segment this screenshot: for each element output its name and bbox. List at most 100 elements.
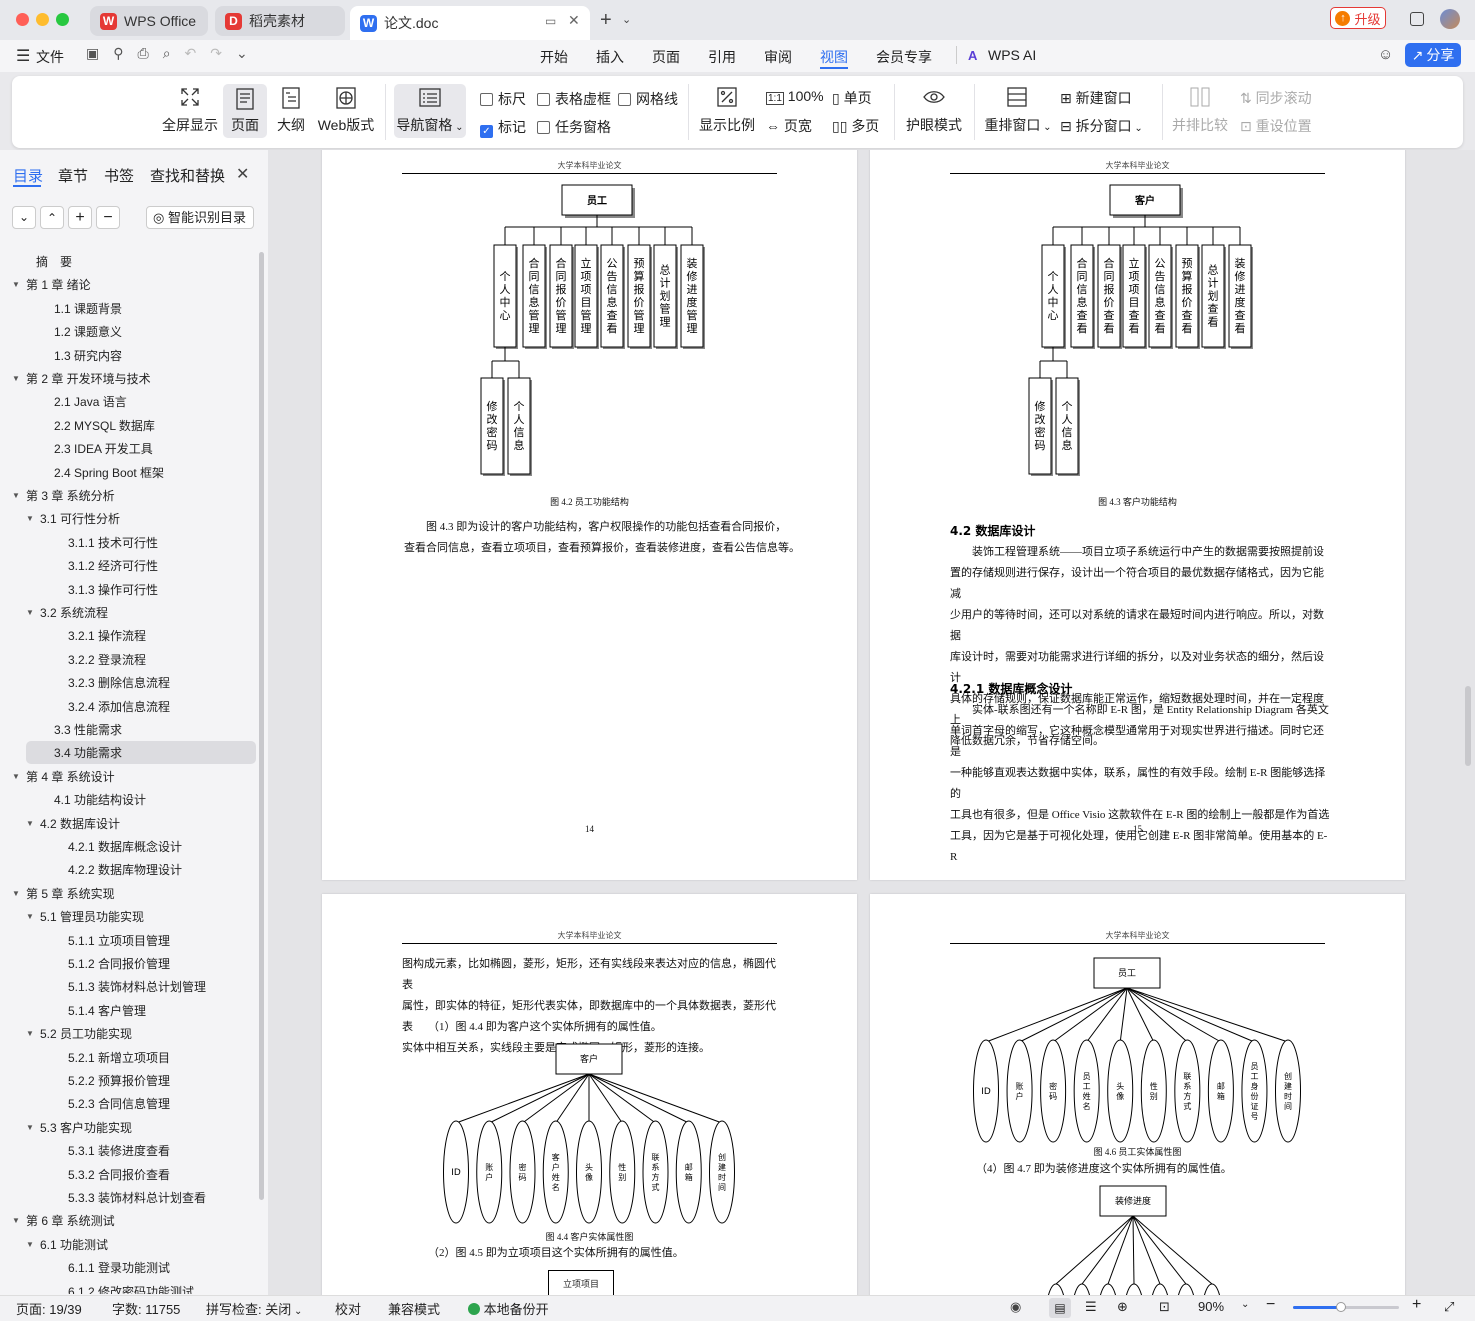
zoom-in-button[interactable]: + (1412, 1296, 1421, 1314)
reset-position-button[interactable]: ⊡ 重设位置 (1240, 116, 1312, 136)
print-preview-icon[interactable]: ⌕ (163, 45, 171, 62)
toc-item[interactable]: 3.1.3 操作可行性 (0, 578, 260, 601)
tab-document[interactable]: W 论文.doc ▭ ✕ (350, 6, 590, 40)
outline-view-button[interactable]: 大纲 (272, 86, 310, 136)
file-menu[interactable]: 文件 (36, 47, 64, 67)
sync-scroll-button[interactable]: ⇅ 同步滚动 (1240, 88, 1312, 108)
scrollbar-thumb[interactable] (1465, 686, 1471, 766)
word-count[interactable]: 字数: 11755 (112, 1299, 180, 1318)
close-tab-icon[interactable]: ✕ (568, 12, 580, 29)
toc-item[interactable]: ▼ 6.1 功能测试 (0, 1233, 260, 1256)
upgrade-button[interactable]: ↑ 升级 (1330, 7, 1386, 29)
zoom-slider-thumb[interactable] (1336, 1302, 1346, 1312)
toc-item[interactable]: 3.2.4 添加信息流程 (0, 695, 260, 718)
eye-protection-button[interactable]: 护眼模式 (904, 86, 964, 136)
toc-item[interactable]: 3.3 性能需求 (0, 718, 260, 741)
zoom-button[interactable]: 显示比例 (698, 86, 756, 136)
smart-toc-button[interactable]: ◎ 智能识别目录 (146, 206, 254, 229)
sidebar-scrollbar[interactable] (259, 252, 264, 1200)
toc-item[interactable]: 5.3.1 装修进度查看 (0, 1139, 260, 1162)
toc-item[interactable]: 4.2.2 数据库物理设计 (0, 858, 260, 881)
zoom-out-button[interactable]: − (1266, 1296, 1275, 1314)
toc-item[interactable]: 3.4 功能需求 (26, 741, 256, 765)
menu-page[interactable]: 页面 (652, 47, 680, 67)
disclosure-triangle-icon[interactable]: ▼ (12, 374, 26, 383)
print-icon[interactable]: ⎙ (138, 45, 149, 62)
toc-item[interactable]: 5.2.3 合同信息管理 (0, 1092, 260, 1115)
toc-item[interactable]: ▼ 5.3 客户功能实现 (0, 1116, 260, 1139)
disclosure-triangle-icon[interactable]: ▼ (26, 1123, 40, 1132)
disclosure-triangle-icon[interactable]: ▼ (26, 514, 40, 523)
menu-home[interactable]: 开始 (540, 47, 568, 67)
tab-docer[interactable]: D 稻壳素材 (215, 6, 345, 36)
proofread-button[interactable]: 校对 (335, 1299, 361, 1318)
toc-item[interactable]: 5.3.3 装饰材料总计划查看 (0, 1186, 260, 1209)
toc-item[interactable]: ▼ 第 3 章 系统分析 (0, 484, 260, 507)
toc-item[interactable]: 5.3.2 合同报价查看 (0, 1163, 260, 1186)
menu-references[interactable]: 引用 (708, 47, 736, 67)
zoom-window-button[interactable] (56, 13, 69, 26)
backup-status[interactable]: 本地备份开 (468, 1299, 549, 1318)
toc-item[interactable]: 1.2 课题意义 (0, 320, 260, 343)
arrange-windows-button[interactable]: 重排窗口 ⌄ (984, 86, 1052, 136)
page-indicator[interactable]: 页面: 19/39 (16, 1299, 82, 1318)
toc-item[interactable]: 2.2 MYSQL 数据库 (0, 414, 260, 437)
toc-item[interactable]: 3.2.3 删除信息流程 (0, 671, 260, 694)
zoom-level[interactable]: 90% (1198, 1299, 1224, 1314)
toc-item[interactable]: 1.1 课题背景 (0, 297, 260, 320)
toc-item[interactable]: 2.1 Java 语言 (0, 390, 260, 413)
fullscreen-icon[interactable]: ⤢ (1444, 1299, 1454, 1315)
multi-page-button[interactable]: ▯▯ 多页 (832, 116, 879, 136)
outline-view-icon[interactable]: ☰ (1085, 1299, 1097, 1315)
toc-item[interactable]: 4.1 功能结构设计 (0, 788, 260, 811)
nav-pane-button[interactable]: 导航窗格 ⌄ (394, 84, 466, 138)
markup-checkbox[interactable]: ✓ 标记 (480, 117, 526, 138)
redo-icon[interactable]: ↷ (210, 45, 222, 62)
toc-item[interactable]: 6.1.1 登录功能测试 (0, 1256, 260, 1279)
toc-item[interactable]: 4.2.1 数据库概念设计 (0, 835, 260, 858)
collapse-up-icon[interactable]: ⌃ (40, 206, 64, 229)
split-window-button[interactable]: ⊟ 拆分窗口 ⌄ (1060, 116, 1143, 136)
toc-item[interactable]: 5.1.1 立项项目管理 (0, 929, 260, 952)
disclosure-triangle-icon[interactable]: ▼ (26, 608, 40, 617)
share-button[interactable]: ↗ 分享 (1405, 43, 1461, 67)
toc-item[interactable]: 5.2.1 新增立项项目 (0, 1046, 260, 1069)
undo-icon[interactable]: ↶ (185, 45, 197, 62)
chevron-down-icon[interactable]: ⌄ (1241, 1299, 1249, 1310)
page-width-button[interactable]: ⇔ 页宽 (766, 116, 812, 136)
disclosure-triangle-icon[interactable]: ▼ (26, 1240, 40, 1249)
disclosure-triangle-icon[interactable]: ▼ (26, 1029, 40, 1038)
toc-item[interactable]: 3.1.1 技术可行性 (0, 531, 260, 554)
compare-button[interactable]: 并排比较 (1170, 86, 1230, 136)
avatar[interactable] (1440, 9, 1460, 29)
new-tab-icon[interactable]: + (600, 9, 612, 32)
toc-item[interactable]: 2.3 IDEA 开发工具 (0, 437, 260, 460)
toc-item[interactable]: 5.2.2 预算报价管理 (0, 1069, 260, 1092)
disclosure-triangle-icon[interactable]: ▼ (26, 819, 40, 828)
disclosure-triangle-icon[interactable]: ▼ (12, 772, 26, 781)
disclosure-triangle-icon[interactable]: ▼ (12, 491, 26, 500)
toc-item[interactable]: ▼ 第 4 章 系统设计 (0, 765, 260, 788)
chevron-down-icon[interactable]: ⌄ (236, 45, 248, 62)
menu-view[interactable]: 视图 (820, 47, 848, 67)
tab-chapters[interactable]: 章节 (58, 165, 88, 186)
close-window-button[interactable] (16, 13, 29, 26)
toc-item[interactable]: 5.1.2 合同报价管理 (0, 952, 260, 975)
new-window-button[interactable]: ⊞ 新建窗口 (1060, 88, 1132, 108)
toc-item[interactable]: 3.1.2 经济可行性 (0, 554, 260, 577)
page-view-icon[interactable]: ▤ (1049, 1298, 1071, 1318)
window-restore-icon[interactable] (1410, 12, 1424, 26)
toc-item[interactable]: ▼ 第 2 章 开发环境与技术 (0, 367, 260, 390)
document-scrollbar[interactable] (1465, 156, 1471, 1286)
monitor-icon[interactable]: ▭ (545, 14, 556, 28)
web-view-icon[interactable]: ⊕ (1117, 1299, 1128, 1315)
minimize-window-button[interactable] (36, 13, 49, 26)
disclosure-triangle-icon[interactable]: ▼ (12, 1216, 26, 1225)
save-icon[interactable]: ▣ (86, 45, 99, 62)
toc-item[interactable]: ▼ 5.1 管理员功能实现 (0, 905, 260, 928)
menu-membership[interactable]: 会员专享 (876, 47, 932, 67)
tab-toc[interactable]: 目录 (13, 165, 43, 186)
toc-item[interactable]: 5.1.4 客户管理 (0, 999, 260, 1022)
toc-item[interactable]: 2.4 Spring Boot 框架 (0, 461, 260, 484)
remove-heading-icon[interactable]: − (96, 206, 120, 229)
